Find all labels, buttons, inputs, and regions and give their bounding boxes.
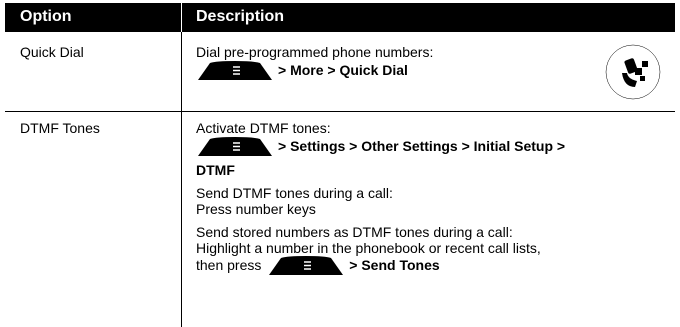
menu-path: > Send Tones — [349, 257, 440, 273]
description-line: Press number keys — [196, 201, 316, 217]
header-option: Option — [20, 8, 72, 25]
column-divider — [181, 32, 182, 327]
menu-path-line: > More > Quick Dial — [196, 61, 433, 84]
menu-key-icon — [196, 137, 274, 160]
menu-path-line: then press > Send Tones — [196, 256, 565, 279]
description-line: Activate DTMF tones: — [196, 120, 331, 136]
table-header: Option Description — [5, 3, 675, 32]
description-text: then press — [196, 257, 262, 273]
description-line: Send DTMF tones during a call: — [196, 185, 393, 201]
description-line: Send stored numbers as DTMF tones during… — [196, 224, 513, 240]
description-dtmf-tones: Activate DTMF tones: > Settings > Other … — [196, 120, 565, 279]
description-line: Dial pre-programmed phone numbers: — [196, 44, 434, 60]
network-subscription-dependent-feature-icon — [605, 44, 661, 100]
menu-path-end: DTMF — [196, 162, 235, 178]
header-divider — [181, 3, 182, 32]
menu-path: > More > Quick Dial — [278, 62, 408, 78]
menu-key-icon — [196, 61, 274, 84]
description-line: Highlight a number in the phonebook or r… — [196, 240, 541, 256]
option-quick-dial: Quick Dial — [20, 44, 84, 60]
menu-path-line: > Settings > Other Settings > Initial Se… — [196, 137, 565, 160]
header-description: Description — [196, 8, 285, 25]
option-dtmf-tones: DTMF Tones — [20, 120, 100, 136]
menu-path: > Settings > Other Settings > Initial Se… — [278, 138, 566, 154]
description-quick-dial: Dial pre-programmed phone numbers: > Mor… — [196, 44, 433, 84]
row-divider — [5, 111, 675, 112]
menu-key-icon — [267, 256, 345, 279]
